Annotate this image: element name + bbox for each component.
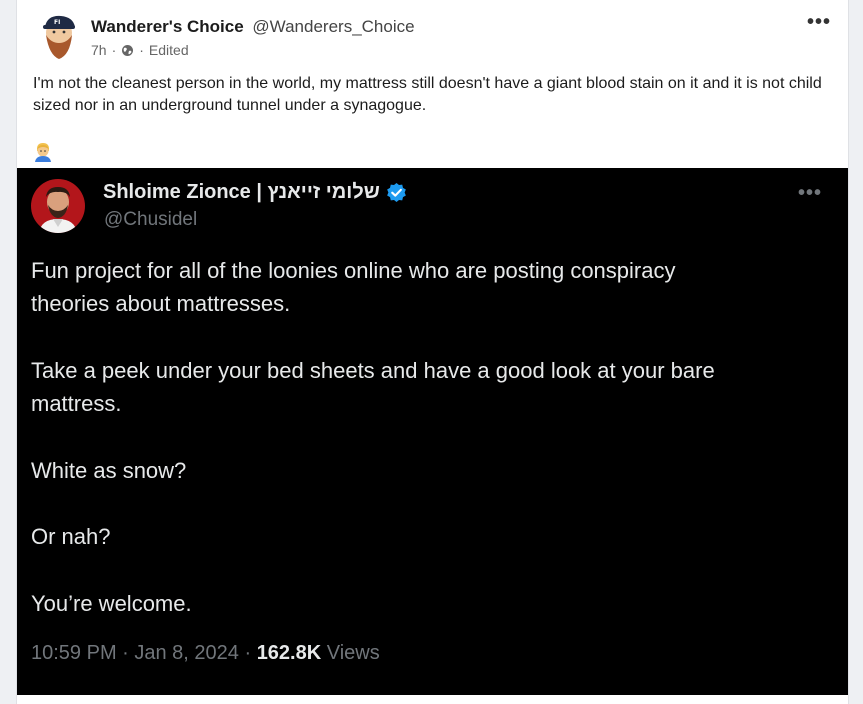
author-handle[interactable]: @Wanderers_Choice xyxy=(252,17,414,36)
post-time[interactable]: 7h xyxy=(91,42,107,58)
meta-separator: · xyxy=(111,42,117,58)
tweet-text-line: Take a peek under your bed sheets and ha… xyxy=(31,358,715,383)
tweet-views-label: Views xyxy=(321,642,380,664)
tweet-text-line: You’re welcome. xyxy=(31,591,192,616)
man-emoji-icon xyxy=(34,142,52,162)
card-bottom-edge xyxy=(17,695,848,704)
verified-badge-icon xyxy=(386,182,407,203)
tweet-more-icon: ••• xyxy=(797,182,822,204)
tweet-author-avatar[interactable] xyxy=(31,179,85,233)
globe-icon xyxy=(121,44,134,57)
edited-label[interactable]: Edited xyxy=(149,42,189,58)
tweet-text-line: Fun project for all of the loonies onlin… xyxy=(31,258,676,283)
post-text: I'm not the cleanest person in the world… xyxy=(33,75,822,114)
tweet-text-line: theories about mattresses. xyxy=(31,291,291,316)
author-name[interactable]: Wanderer's Choice xyxy=(91,17,244,36)
tweet-timestamp: 10:59 PM · Jan 8, 2024 · xyxy=(31,642,257,664)
more-options-button[interactable]: ••• xyxy=(806,12,832,38)
tweet-text-line: mattress. xyxy=(31,391,122,416)
post-card: FI Wanderer's Choice @Wanderers_Choice 7… xyxy=(16,0,849,704)
tweet-text-line: Or nah? xyxy=(31,524,111,549)
author-avatar[interactable]: FI xyxy=(37,13,79,61)
tweet-author-name[interactable]: Shloime Zionce | שלומי זייאנץ xyxy=(103,181,380,204)
svg-text:FI: FI xyxy=(54,19,60,26)
embedded-tweet-image[interactable]: Shloime Zionce | שלומי זייאנץ @Chusidel … xyxy=(17,168,848,695)
tweet-views-count: 162.8K xyxy=(256,642,322,664)
tweet-text-line: White as snow? xyxy=(31,458,187,483)
tweet-footer: 10:59 PM · Jan 8, 2024 · 162.8K Views xyxy=(31,642,380,665)
author-line: Wanderer's Choice @Wanderers_Choice xyxy=(91,17,415,37)
tweet-author-name-row: Shloime Zionce | שלומי זייאנץ xyxy=(103,181,407,204)
tweet-author-handle[interactable]: @Chusidel xyxy=(104,209,197,231)
meta-separator: · xyxy=(139,42,144,58)
post-meta: 7h · · Edited xyxy=(91,42,189,58)
